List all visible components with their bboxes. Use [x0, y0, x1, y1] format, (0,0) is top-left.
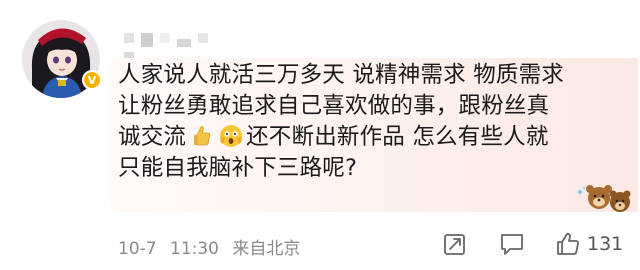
comment-line-2: 让粉丝勇敢追求自己喜欢做的事，跟粉丝真 — [118, 93, 550, 119]
comment-date: 10-7 — [118, 239, 157, 259]
comment-line-3-rest: 还不断出新作品 怎么有些人就 — [246, 124, 549, 150]
comment-line-3: 诚交流 还不断出新作品 怎么有些人就 — [118, 122, 638, 153]
comment-line-1: 人家说人就活三万多天 说精神需求 物质需求 — [118, 62, 565, 88]
reply-button[interactable] — [499, 231, 525, 257]
bear-sticker-icon — [574, 178, 632, 216]
comment-line-3-text: 诚交流 — [118, 124, 187, 150]
comment-meta: 10-7 11:30 来自北京 — [118, 234, 308, 259]
share-icon — [442, 231, 468, 257]
verified-badge-icon: V — [82, 70, 102, 90]
comment-location: 来自北京 — [232, 239, 301, 259]
like-count: 131 — [587, 233, 624, 255]
like-button[interactable]: 131 — [555, 231, 623, 257]
thumbs-up-like-icon — [555, 231, 581, 257]
comment-line-4: 只能自我脑补下三路呢? — [118, 155, 358, 181]
screaming-face-icon — [219, 124, 243, 148]
share-button[interactable] — [442, 231, 468, 257]
thumbs-up-icon — [189, 124, 213, 148]
comment-icon — [499, 231, 525, 257]
comment-time: 11:30 — [170, 239, 219, 259]
comment-text: 人家说人就活三万多天 说精神需求 物质需求 让粉丝勇敢追求自己喜欢做的事，跟粉丝… — [118, 60, 638, 184]
username-redacted[interactable] — [124, 33, 216, 66]
